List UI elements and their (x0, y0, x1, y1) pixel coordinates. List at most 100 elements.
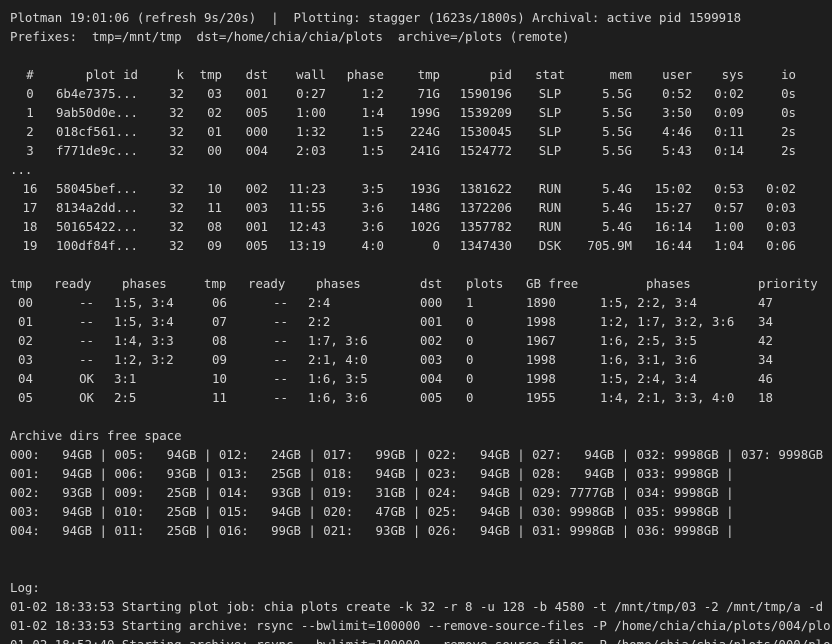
jobs-cell: 11:23 (288, 181, 326, 196)
archive-line: 004: 94GB | 011: 25GB | 016: 99GB | 021:… (10, 523, 734, 538)
jobs-header-cell: pid (489, 67, 512, 82)
jobs-cell: 3:6 (361, 200, 384, 215)
jobs-cell: 1:5 (361, 143, 384, 158)
tmp-dst-cell: 1998 (526, 371, 556, 386)
tmp-dst-cell: 03 (18, 352, 33, 367)
jobs-cell: 32 (169, 124, 184, 139)
jobs-cell: 32 (169, 181, 184, 196)
jobs-cell: 58045bef... (55, 181, 138, 196)
jobs-cell: 1:00 (296, 105, 326, 120)
jobs-cell: SLP (538, 105, 562, 120)
tmp-dst-cell: 02 (18, 333, 33, 348)
log-line: 01-02 18:52:40 Starting archive: rsync -… (10, 635, 831, 644)
jobs-cell: 0s (781, 86, 796, 101)
jobs-header-cell: stat (535, 67, 565, 82)
jobs-cell: 02 (207, 105, 222, 120)
jobs-cell: 018cf561... (55, 124, 138, 139)
tmp-dst-cell: 004 (420, 371, 443, 386)
jobs-header-cell: dst (245, 67, 268, 82)
archive-title: Archive dirs free space (10, 428, 182, 443)
jobs-cell: 32 (169, 219, 184, 234)
tmp-dst-cell: 2:1, 4:0 (308, 352, 368, 367)
tmp-dst-cell: 34 (758, 352, 773, 367)
jobs-cell: 004 (245, 143, 268, 158)
tmp-dst-cell: 1:6, 3:6 (308, 390, 368, 405)
tmp-dst-cell: 1998 (526, 314, 556, 329)
jobs-cell: 15:02 (654, 181, 692, 196)
jobs-cell: 0 (26, 86, 34, 101)
tmp-dst-cell: 0 (466, 314, 474, 329)
tmp-dst-cell: 1:5, 3:4 (114, 314, 174, 329)
log-line: 01-02 18:33:53 Starting archive: rsync -… (10, 618, 831, 633)
jobs-cell: 1347430 (459, 238, 512, 253)
tmp-dst-cell: 1:4, 3:3 (114, 333, 174, 348)
jobs-header-cell: wall (296, 67, 326, 82)
jobs-header-cell: phase (346, 67, 384, 82)
jobs-cell: 5.4G (602, 219, 632, 234)
tmp-dst-cell: 11 (212, 390, 227, 405)
jobs-cell: 005 (245, 105, 268, 120)
tmp-dst-cell: -- (273, 295, 288, 310)
jobs-cell: 2:03 (296, 143, 326, 158)
jobs-cell: 0s (781, 105, 796, 120)
tmp-dst-cell: -- (79, 314, 94, 329)
tmp-dst-cell: -- (273, 352, 288, 367)
jobs-cell: 5.5G (602, 124, 632, 139)
tmp-dst-cell: 18 (758, 390, 773, 405)
jobs-cell: 1524772 (459, 143, 512, 158)
tmp-dst-cell: 002 (420, 333, 443, 348)
jobs-cell: 1:2 (361, 86, 384, 101)
tmp-dst-cell: 34 (758, 314, 773, 329)
jobs-cell: 1:4 (361, 105, 384, 120)
jobs-cell: 3:5 (361, 181, 384, 196)
tmp-dst-cell: 1:6, 3:5 (308, 371, 368, 386)
jobs-cell: 5.4G (602, 200, 632, 215)
tmp-dst-cell: -- (79, 295, 94, 310)
jobs-cell: 193G (410, 181, 440, 196)
status-line: Plotman 19:01:06 (refresh 9s/20s) | Plot… (10, 10, 742, 25)
jobs-cell: 148G (410, 200, 440, 215)
tmp-dst-cell: 2:4 (308, 295, 331, 310)
jobs-cell: 0:14 (714, 143, 744, 158)
jobs-cell: 15:27 (654, 200, 692, 215)
tmp-dst-cell: -- (273, 314, 288, 329)
jobs-cell: 1590196 (459, 86, 512, 101)
jobs-cell: 0 (432, 238, 440, 253)
jobs-cell: 6b4e7375... (55, 86, 138, 101)
jobs-cell: 1:04 (714, 238, 744, 253)
jobs-cell: 1539209 (459, 105, 512, 120)
jobs-ellipsis: ... (10, 162, 33, 177)
jobs-cell: 5.5G (602, 143, 632, 158)
tmp-dst-cell: 1890 (526, 295, 556, 310)
jobs-cell: 002 (245, 181, 268, 196)
tmp-dst-cell: 01 (18, 314, 33, 329)
jobs-cell: 1530045 (459, 124, 512, 139)
tmp-dst-cell: 1 (466, 295, 474, 310)
jobs-cell: 3:6 (361, 219, 384, 234)
tmp-dst-cell: 1:2, 3:2 (114, 352, 174, 367)
jobs-cell: 11 (207, 200, 222, 215)
tmp-dst-cell: 001 (420, 314, 443, 329)
jobs-cell: 0:02 (714, 86, 744, 101)
prefixes-line: Prefixes: tmp=/mnt/tmp dst=/home/chia/ch… (10, 29, 570, 44)
jobs-cell: 003 (245, 200, 268, 215)
tmp-dst-header-cell: tmp (204, 276, 227, 291)
tmp-dst-cell: 1:5, 3:4 (114, 295, 174, 310)
tmp-dst-cell: -- (79, 333, 94, 348)
jobs-cell: 16:14 (654, 219, 692, 234)
tmp-dst-header-cell: plots (466, 276, 504, 291)
tmp-dst-cell: 003 (420, 352, 443, 367)
jobs-cell: 5.5G (602, 105, 632, 120)
tmp-dst-cell: 1:5, 2:4, 3:4 (600, 371, 697, 386)
jobs-cell: 0:11 (714, 124, 744, 139)
jobs-cell: 0:52 (662, 86, 692, 101)
tmp-dst-cell: 1:2, 1:7, 3:2, 3:6 (600, 314, 735, 329)
tmp-dst-cell: 0 (466, 352, 474, 367)
tmp-dst-cell: 2:5 (114, 390, 137, 405)
jobs-cell: 16:44 (654, 238, 692, 253)
jobs-cell: 32 (169, 86, 184, 101)
jobs-cell: 8134a2dd... (55, 200, 138, 215)
archive-line: 000: 94GB | 005: 94GB | 012: 24GB | 017:… (10, 447, 824, 462)
jobs-cell: 4:0 (361, 238, 384, 253)
jobs-cell: 0:06 (766, 238, 796, 253)
